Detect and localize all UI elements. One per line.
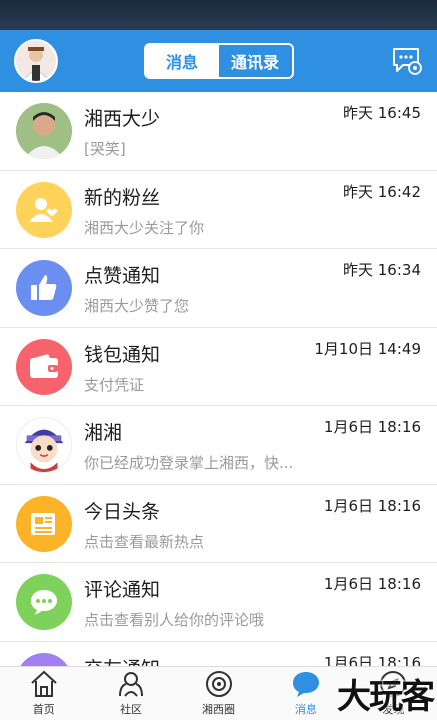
thumbs-up-icon xyxy=(16,260,72,316)
list-item[interactable]: 点赞通知 昨天 16:34 湘西大少赞了您 xyxy=(0,249,437,328)
nav-community[interactable]: 社区 xyxy=(87,667,174,720)
list-item[interactable]: 钱包通知 1月10日 14:49 支付凭证 xyxy=(0,328,437,406)
message-list: 湘西大少 昨天 16:45 [哭笑] 新的粉丝 昨天 16:42 湘西大少关注了… xyxy=(0,92,437,666)
tab-messages[interactable]: 消息 xyxy=(145,45,219,77)
chat-settings-icon[interactable] xyxy=(391,46,423,76)
message-preview: 点击查看最新热点 xyxy=(84,532,205,551)
nav-label: 首页 xyxy=(32,703,55,716)
new-fan-icon xyxy=(16,181,72,238)
message-preview: 湘西大少赞了您 xyxy=(84,297,190,315)
nav-label: 社区 xyxy=(120,703,143,716)
message-time: 1月6日 18:16 xyxy=(323,418,421,436)
status-bar xyxy=(0,0,437,30)
list-item[interactable]: 评论通知 1月6日 18:16 点击查看别人给你的评论哦 xyxy=(0,563,437,642)
watermark-logo: 大玩客 xyxy=(337,677,435,717)
community-icon xyxy=(119,672,144,697)
list-item[interactable]: 交友通知 1月6日 18:16 xyxy=(0,642,437,667)
message-preview: 点击查看别人给你的评论哦 xyxy=(84,611,265,629)
message-preview: 支付凭证 xyxy=(84,375,145,394)
nav-circle[interactable]: 湘西圈 xyxy=(175,667,262,720)
message-title: 钱包通知 xyxy=(84,343,161,366)
message-title: 湘西大少 xyxy=(84,108,161,130)
message-time: 1月6日 18:16 xyxy=(323,575,421,593)
list-item[interactable]: 今日头条 1月6日 18:16 点击查看最新热点 xyxy=(0,485,437,563)
message-time: 1月6日 18:16 xyxy=(323,496,421,515)
message-time: 昨天 16:42 xyxy=(343,182,421,201)
top-bar: 消息 通讯录 xyxy=(0,30,437,92)
list-item[interactable]: 湘湘 1月6日 18:16 你已经成功登录掌上湘西，快... xyxy=(0,406,437,485)
message-preview: 湘西大少关注了你 xyxy=(84,218,205,237)
tab-contacts[interactable]: 通讯录 xyxy=(218,45,292,77)
message-preview: [哭笑] xyxy=(84,140,126,158)
nav-label: 消息 xyxy=(294,703,317,716)
message-time: 昨天 16:45 xyxy=(343,104,421,122)
list-item[interactable]: 湘西大少 昨天 16:45 [哭笑] xyxy=(0,92,437,171)
comment-icon xyxy=(16,574,72,630)
mascot-avatar xyxy=(16,417,72,473)
message-icon xyxy=(292,672,319,697)
message-title: 点赞通知 xyxy=(84,265,161,287)
message-title: 湘湘 xyxy=(84,422,123,444)
my-avatar[interactable] xyxy=(14,39,58,83)
nav-label: 湘西圈 xyxy=(202,703,236,716)
newspaper-icon xyxy=(16,495,72,552)
message-title: 评论通知 xyxy=(84,579,161,601)
message-time: 昨天 16:34 xyxy=(343,261,421,279)
list-item[interactable]: 新的粉丝 昨天 16:42 湘西大少关注了你 xyxy=(0,171,437,249)
home-icon xyxy=(31,670,57,697)
nav-home[interactable]: 首页 xyxy=(0,667,87,720)
message-title: 交友通知 xyxy=(84,654,160,667)
message-tab-switch: 消息 通讯录 xyxy=(143,43,294,79)
wallet-icon xyxy=(16,338,72,395)
message-preview: 你已经成功登录掌上湘西，快... xyxy=(84,454,294,472)
message-title: 今日头条 xyxy=(84,500,161,523)
message-time: 1月6日 18:16 xyxy=(323,653,421,667)
bottom-nav: 首页 社区 湘西圈 消息 发现 大玩客 xyxy=(0,666,437,720)
friends-icon xyxy=(16,652,72,666)
user-avatar xyxy=(16,103,72,159)
circle-icon xyxy=(205,671,232,697)
message-title: 新的粉丝 xyxy=(84,186,161,209)
message-time: 1月10日 14:49 xyxy=(314,339,421,358)
